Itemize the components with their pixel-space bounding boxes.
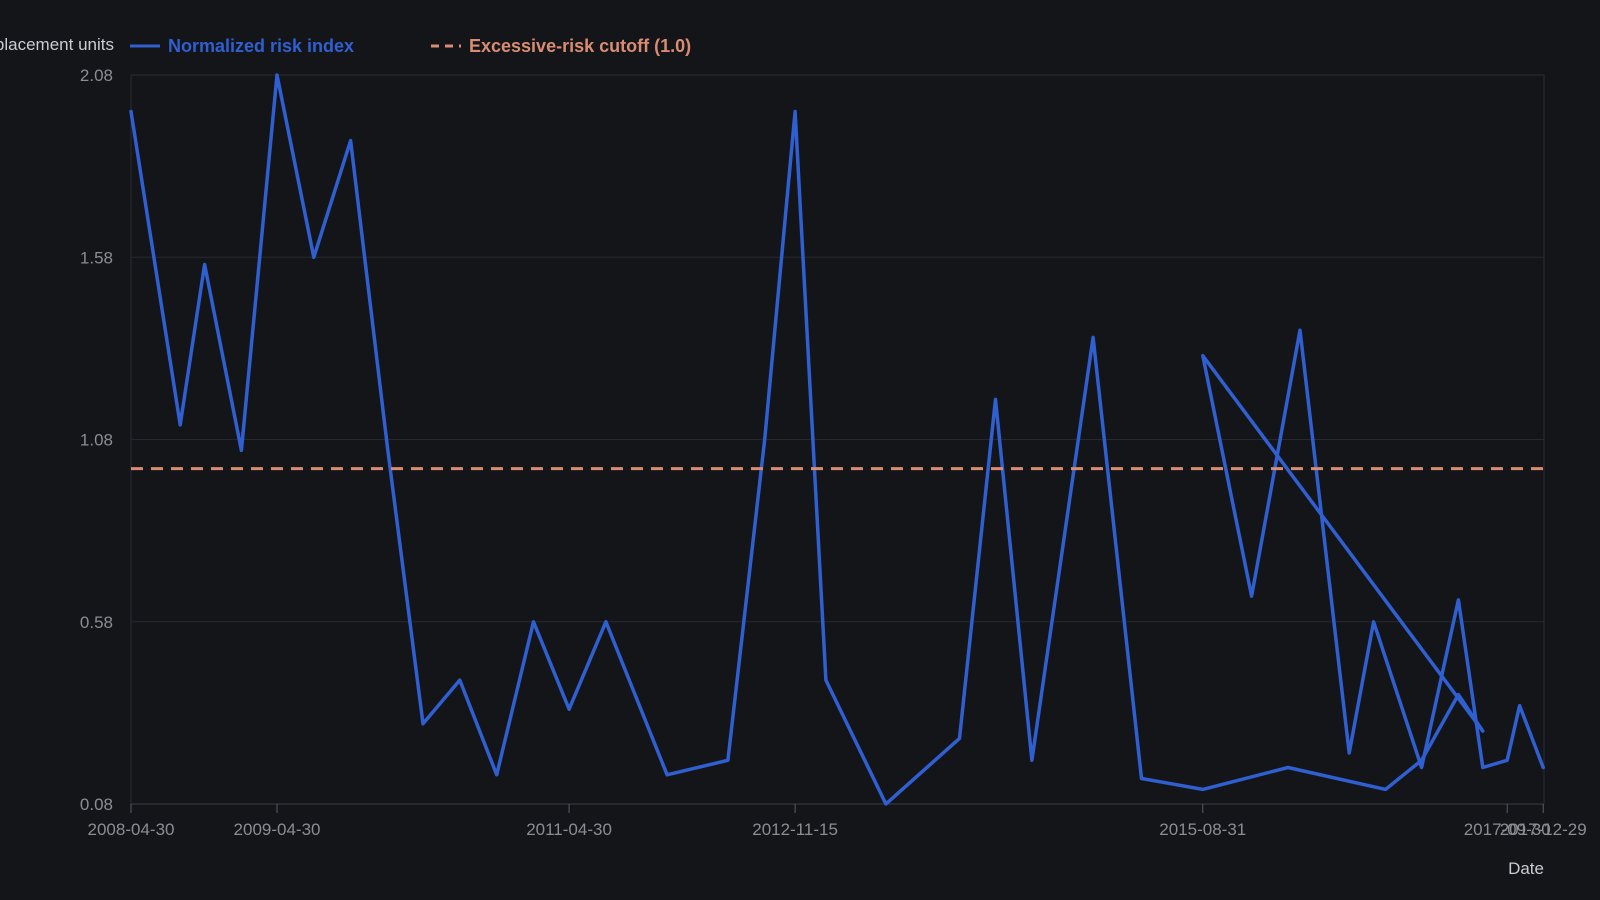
grid-lines [131,74,1544,805]
data-point [349,139,352,142]
data-point [458,678,462,682]
data-point [1518,704,1521,707]
data-point [203,263,206,266]
data-point [793,110,797,113]
chart: 0.08 0.58 1.08 1.58 2.08 2008-04-30 2009-04-30… [0,35,1587,878]
data-point [1201,354,1204,357]
y-tick-label: 1.58 [80,248,113,267]
data-point [1481,729,1484,733]
data-point [1372,620,1375,623]
data-point [386,445,389,448]
data-point [1384,788,1387,791]
data-point [275,73,279,77]
data-point [312,256,316,259]
y-tick-label: 0.08 [80,795,113,814]
y-axis-title: Replacement units [0,35,114,54]
data-point [1140,777,1143,780]
data-point [1091,336,1095,339]
legend-label-risk-index: Normalized risk index [168,36,354,56]
data-point [994,398,997,401]
x-tick-label: 2015-08-31 [1159,820,1246,839]
data-point [726,759,730,762]
data-point [1420,766,1423,769]
data-point [824,678,828,682]
x-tick-label: 2012-11-15 [752,820,838,839]
data-point [1298,328,1302,332]
data-point [421,722,425,726]
data-point [567,708,571,711]
data-point [665,773,669,777]
data-point [1250,595,1253,598]
data-point [1457,693,1460,696]
data-point [763,438,766,441]
x-tick-label: 2017-12-29 [1500,820,1587,839]
data-point [1347,751,1351,755]
x-tick-label: 2009-04-30 [234,820,321,839]
legend-label-cutoff: Excessive-risk cutoff (1.0) [469,36,691,56]
legend: Normalized risk index Excessive-risk cut… [130,36,691,56]
data-point [604,620,608,623]
y-tick-label: 2.08 [80,66,113,85]
data-point [884,802,888,806]
data-point [1505,759,1509,762]
data-point [1030,759,1034,762]
data-point [1201,788,1204,791]
data-point [1481,766,1484,769]
axes: 0.08 0.58 1.08 1.58 2.08 2008-04-30 2009-04-30… [80,66,1587,839]
data-point [1286,766,1290,769]
data-point [958,737,961,740]
data-point [240,449,243,452]
data-point [532,620,535,623]
data-point [495,773,498,777]
data-point [1420,759,1423,762]
data-point [129,110,133,113]
x-tick-label: 2011-04-30 [526,820,612,839]
x-axis-title: Date [1508,859,1544,878]
y-tick-label: 1.08 [80,431,113,450]
data-point [1457,598,1460,602]
data-point [1541,766,1545,769]
data-point [179,423,182,427]
y-tick-label: 0.58 [80,613,113,632]
x-tick-label: 2008-04-30 [88,820,175,839]
